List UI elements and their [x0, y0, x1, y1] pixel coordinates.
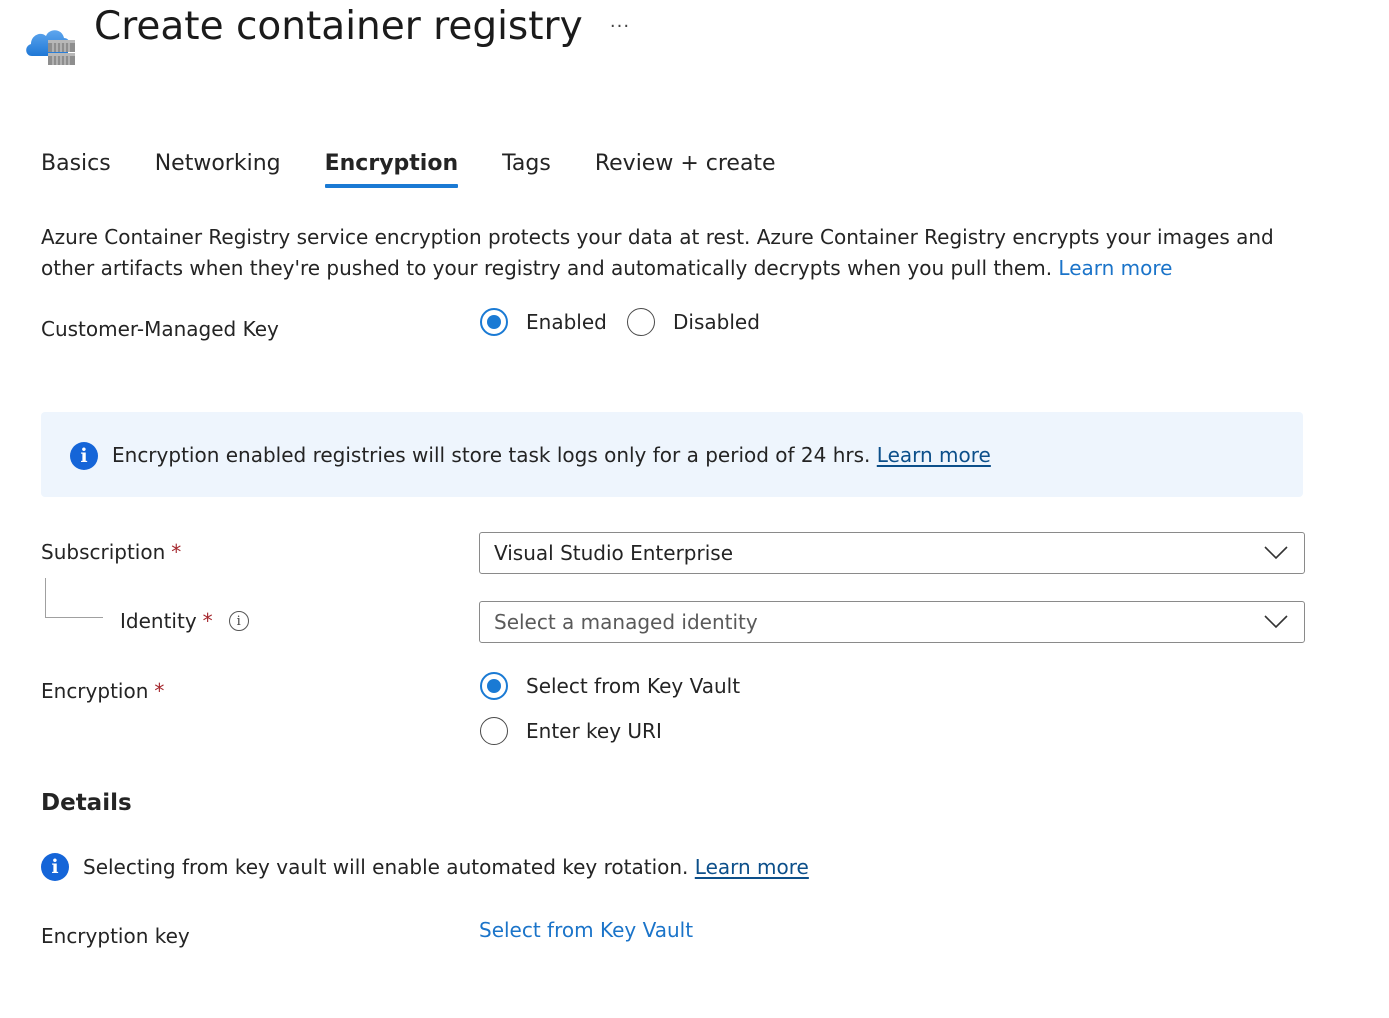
chevron-down-icon	[1264, 546, 1288, 560]
radio-unchecked-icon	[480, 717, 508, 745]
cmk-enabled-label: Enabled	[526, 310, 607, 334]
subscription-dropdown[interactable]: Visual Studio Enterprise	[479, 532, 1305, 574]
page-title: Create container registry	[94, 4, 583, 49]
identity-dropdown[interactable]: Select a managed identity	[479, 601, 1305, 643]
cmk-disabled-radio[interactable]: Disabled	[627, 308, 760, 336]
identity-placeholder: Select a managed identity	[494, 610, 758, 634]
identity-info-icon[interactable]: i	[228, 611, 249, 631]
cmk-enabled-radio[interactable]: Enabled	[480, 308, 607, 336]
tab-basics[interactable]: Basics	[41, 151, 111, 188]
description-learn-more-link[interactable]: Learn more	[1058, 256, 1172, 280]
required-asterisk: *	[202, 609, 213, 633]
details-info-message: Selecting from key vault will enable aut…	[83, 855, 809, 879]
customer-managed-key-label: Customer-Managed Key	[41, 317, 279, 341]
tab-networking[interactable]: Networking	[155, 151, 281, 188]
tab-encryption[interactable]: Encryption	[324, 151, 458, 188]
radio-checked-icon	[480, 672, 508, 700]
ellipsis-icon: ···	[609, 16, 631, 37]
enter-key-uri-radio[interactable]: Enter key URI	[480, 717, 662, 745]
banner-message: Encryption enabled registries will store…	[112, 443, 991, 467]
tab-review-create[interactable]: Review + create	[595, 151, 776, 188]
details-learn-more-link[interactable]: Learn more	[695, 855, 809, 879]
encryption-key-label: Encryption key	[41, 924, 190, 948]
more-options-button[interactable]: ···	[606, 16, 634, 40]
enter-key-uri-label: Enter key URI	[526, 719, 662, 743]
container-registry-icon	[24, 22, 80, 68]
details-info-text: Selecting from key vault will enable aut…	[83, 855, 689, 879]
required-asterisk: *	[171, 540, 182, 564]
details-heading: Details	[41, 790, 132, 816]
tree-connector	[45, 578, 103, 618]
info-icon: i	[70, 442, 98, 470]
subscription-label: Subscription *	[41, 540, 181, 564]
identity-label: Identity * i	[120, 609, 249, 633]
banner-text: Encryption enabled registries will store…	[112, 443, 871, 467]
encryption-description: Azure Container Registry service encrypt…	[41, 222, 1301, 284]
chevron-down-icon	[1264, 615, 1288, 629]
encryption-label: Encryption *	[41, 679, 164, 703]
tab-tags[interactable]: Tags	[502, 151, 551, 188]
info-icon: i	[41, 853, 69, 881]
radio-unchecked-icon	[627, 308, 655, 336]
select-from-key-vault-radio[interactable]: Select from Key Vault	[480, 672, 740, 700]
banner-learn-more-link[interactable]: Learn more	[877, 443, 991, 467]
cmk-disabled-label: Disabled	[673, 310, 760, 334]
required-asterisk: *	[154, 679, 165, 703]
subscription-label-text: Subscription	[41, 540, 166, 564]
select-from-key-vault-label: Select from Key Vault	[526, 674, 741, 698]
select-from-key-vault-link[interactable]: Select from Key Vault	[479, 918, 693, 942]
tab-bar: Basics Networking Encryption Tags Review…	[41, 151, 820, 188]
encryption-label-text: Encryption	[41, 679, 149, 703]
subscription-value: Visual Studio Enterprise	[494, 541, 734, 565]
identity-label-text: Identity	[120, 609, 197, 633]
radio-checked-icon	[480, 308, 508, 336]
